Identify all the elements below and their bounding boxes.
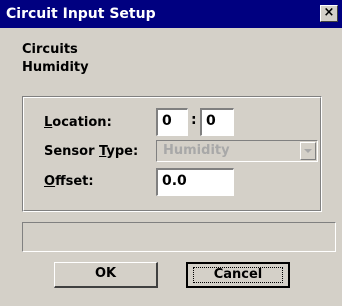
close-icon: ×	[323, 5, 335, 20]
title-bar[interactable]: Circuit Input Setup ×	[0, 0, 342, 28]
header-line-2: Humidity	[22, 60, 89, 75]
dialog-window: Circuit Input Setup × Circuits Humidity …	[0, 0, 342, 306]
sensor-type-label-rest: ype:	[106, 144, 139, 159]
sensor-type-dropdown[interactable]: Humidity	[156, 140, 318, 162]
header-line-1: Circuits	[22, 42, 78, 57]
location-label-rest: ocation:	[52, 115, 112, 130]
location-field-2[interactable]: 0	[200, 108, 234, 136]
ok-button[interactable]: OK	[54, 262, 158, 288]
window-title: Circuit Input Setup	[6, 6, 156, 22]
offset-label: Offset:	[44, 174, 94, 189]
cancel-button[interactable]: Cancel	[186, 262, 290, 288]
offset-field[interactable]: 0.0	[156, 168, 234, 196]
location-field-1[interactable]: 0	[156, 108, 188, 136]
sensor-type-dropdown-button[interactable]	[300, 142, 316, 160]
close-button[interactable]: ×	[320, 5, 338, 22]
status-bar	[22, 222, 336, 252]
location-separator: :	[191, 112, 197, 128]
offset-label-rest: ffset:	[55, 174, 94, 189]
focus-ring	[193, 267, 283, 283]
offset-label-mnemonic: O	[44, 174, 56, 189]
sensor-type-label-prefix: Sensor	[44, 144, 100, 159]
sensor-type-value: Humidity	[163, 143, 230, 158]
location-label: Location:	[44, 115, 112, 130]
chevron-down-icon	[304, 149, 312, 153]
sensor-type-label: Sensor Type:	[44, 144, 138, 159]
